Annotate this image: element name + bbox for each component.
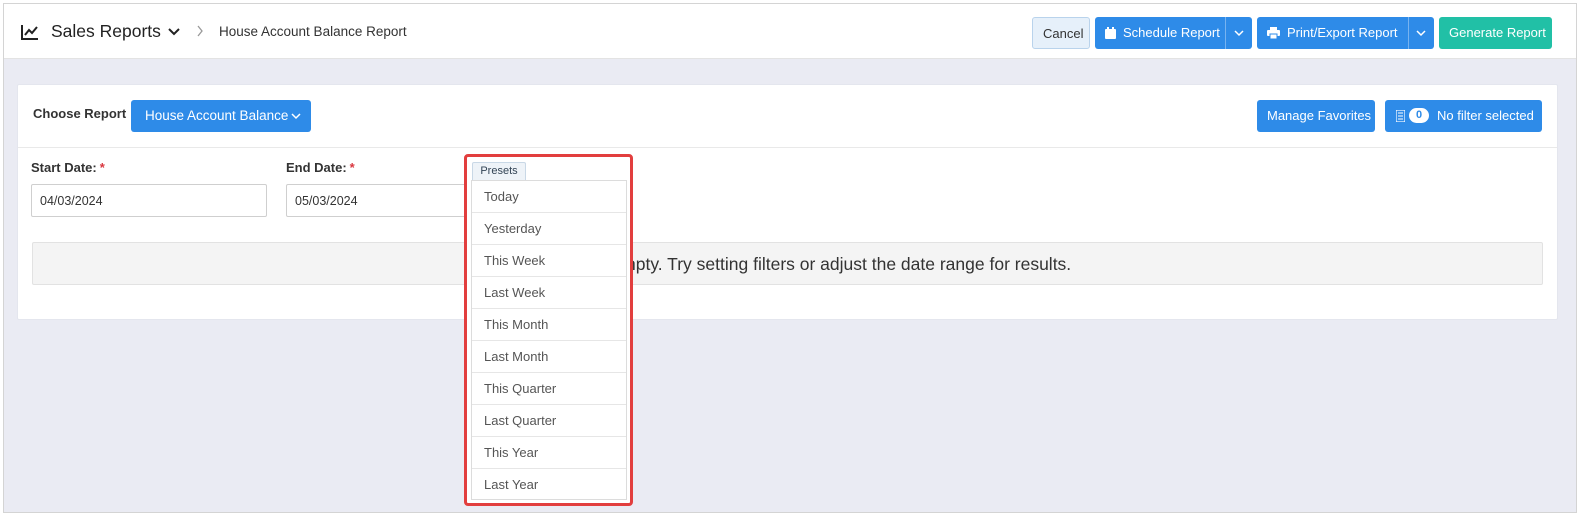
preset-last-week[interactable]: Last Week: [472, 277, 626, 309]
presets-list: Today Yesterday This Week Last Week This…: [471, 180, 627, 500]
schedule-report-button[interactable]: Schedule Report: [1095, 17, 1252, 49]
printer-icon: [1267, 27, 1280, 39]
filter-button[interactable]: 0 No filter selected: [1385, 100, 1542, 132]
preset-this-month[interactable]: This Month: [472, 309, 626, 341]
presets-tab[interactable]: Presets: [472, 162, 526, 180]
top-header: Sales Reports House Account Balance Repo…: [4, 4, 1576, 59]
filter-list-icon: [1396, 110, 1405, 122]
calendar-icon: [1105, 27, 1116, 39]
print-export-button[interactable]: Print/Export Report: [1257, 17, 1434, 49]
generate-report-button[interactable]: Generate Report: [1439, 17, 1552, 49]
end-date-input[interactable]: [286, 184, 466, 217]
preset-yesterday[interactable]: Yesterday: [472, 213, 626, 245]
breadcrumb-current: House Account Balance Report: [219, 24, 407, 39]
split-divider: [1408, 17, 1409, 49]
chevron-down-icon: [291, 113, 301, 120]
report-select-dropdown[interactable]: House Account Balance: [131, 100, 311, 132]
required-mark: *: [99, 160, 105, 175]
chevron-down-icon[interactable]: [1234, 29, 1244, 37]
app-title: Sales Reports: [51, 21, 161, 41]
preset-today[interactable]: Today: [472, 181, 626, 213]
preset-this-quarter[interactable]: This Quarter: [472, 373, 626, 405]
presets-dropdown: Presets Today Yesterday This Week Last W…: [464, 154, 633, 506]
filter-label: No filter selected: [1437, 108, 1534, 123]
manage-favorites-button[interactable]: Manage Favorites: [1257, 100, 1375, 132]
chevron-down-icon[interactable]: [168, 27, 180, 37]
preset-last-year[interactable]: Last Year: [472, 469, 626, 501]
filter-count-badge: 0: [1409, 108, 1429, 123]
empty-state-message: npty. Try setting filters or adjust the …: [626, 254, 1072, 274]
cancel-button-label: Cancel: [1043, 26, 1084, 41]
print-export-label: Print/Export Report: [1287, 25, 1398, 40]
empty-state-box: npty. Try setting filters or adjust the …: [32, 242, 1543, 285]
report-card: Choose Report House Account Balance Mana…: [17, 84, 1558, 320]
schedule-report-label: Schedule Report: [1123, 25, 1220, 40]
end-date-label: End Date: *: [286, 160, 355, 175]
start-date-label: Start Date: *: [31, 160, 105, 175]
preset-this-year[interactable]: This Year: [472, 437, 626, 469]
start-date-input[interactable]: [31, 184, 267, 217]
line-chart-icon: [21, 25, 38, 40]
chevron-right-icon: [197, 25, 203, 37]
selected-report: House Account Balance: [145, 108, 289, 123]
split-divider: [1225, 17, 1226, 49]
choose-report-label: Choose Report: [33, 106, 127, 121]
app-frame: Sales Reports House Account Balance Repo…: [3, 3, 1577, 513]
divider: [18, 147, 1557, 148]
cancel-button[interactable]: Cancel: [1032, 17, 1090, 49]
preset-last-month[interactable]: Last Month: [472, 341, 626, 373]
preset-this-week[interactable]: This Week: [472, 245, 626, 277]
required-mark: *: [349, 160, 355, 175]
generate-report-label: Generate Report: [1449, 25, 1546, 40]
preset-last-quarter[interactable]: Last Quarter: [472, 405, 626, 437]
manage-favorites-label: Manage Favorites: [1267, 108, 1372, 123]
chevron-down-icon[interactable]: [1416, 29, 1426, 37]
